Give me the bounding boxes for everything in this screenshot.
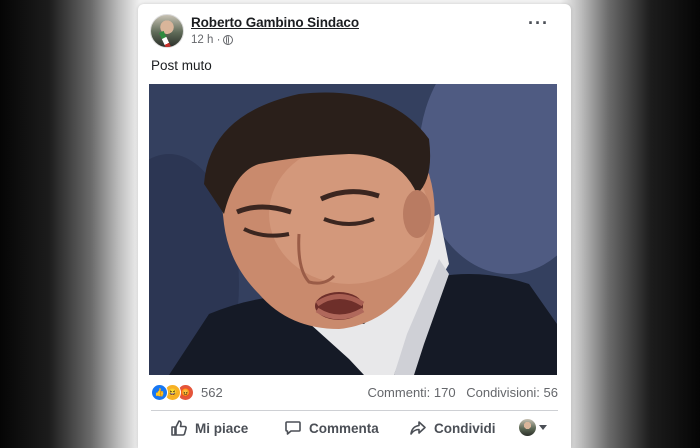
post-meta: 12 h · <box>191 34 234 46</box>
comment-icon <box>285 421 301 435</box>
like-label: Mi piace <box>195 420 249 436</box>
audience-selector[interactable] <box>519 419 547 436</box>
photo-illustration <box>149 84 557 375</box>
like-reaction-icon: 👍 <box>151 384 168 401</box>
globe-icon <box>223 35 234 45</box>
comments-count[interactable]: Commenti: 170 <box>367 385 455 400</box>
post-stats: 👍 😆 😡 562 Commenti: 170 Condivisioni: 56 <box>138 378 571 408</box>
comment-button[interactable]: Commenta <box>284 419 379 437</box>
more-options-icon[interactable]: ··· <box>528 14 549 32</box>
like-button[interactable]: Mi piace <box>170 419 248 437</box>
post-text: Post muto <box>151 58 212 73</box>
thumbs-up-icon <box>171 420 187 436</box>
shares-count[interactable]: Condivisioni: 56 <box>466 385 558 400</box>
reactions-summary[interactable]: 👍 😆 😡 562 <box>151 384 223 401</box>
engagement-counts: Commenti: 170 Condivisioni: 56 <box>367 385 558 400</box>
share-icon <box>410 421 426 435</box>
post-photo[interactable] <box>149 84 557 375</box>
comment-label: Commenta <box>309 420 379 436</box>
post-card: Roberto Gambino Sindaco 12 h · ··· Post … <box>138 4 571 448</box>
author-name[interactable]: Roberto Gambino Sindaco <box>191 15 359 30</box>
share-button[interactable]: Condividi <box>409 419 496 437</box>
share-label: Condividi <box>434 420 496 436</box>
author-avatar[interactable] <box>150 14 184 48</box>
action-bar: Mi piace Commenta Condividi <box>138 414 571 444</box>
divider <box>151 410 558 411</box>
chevron-down-icon <box>539 425 547 430</box>
reaction-count[interactable]: 562 <box>201 385 223 400</box>
audience-avatar <box>519 419 536 436</box>
post-time[interactable]: 12 h · <box>191 34 220 46</box>
